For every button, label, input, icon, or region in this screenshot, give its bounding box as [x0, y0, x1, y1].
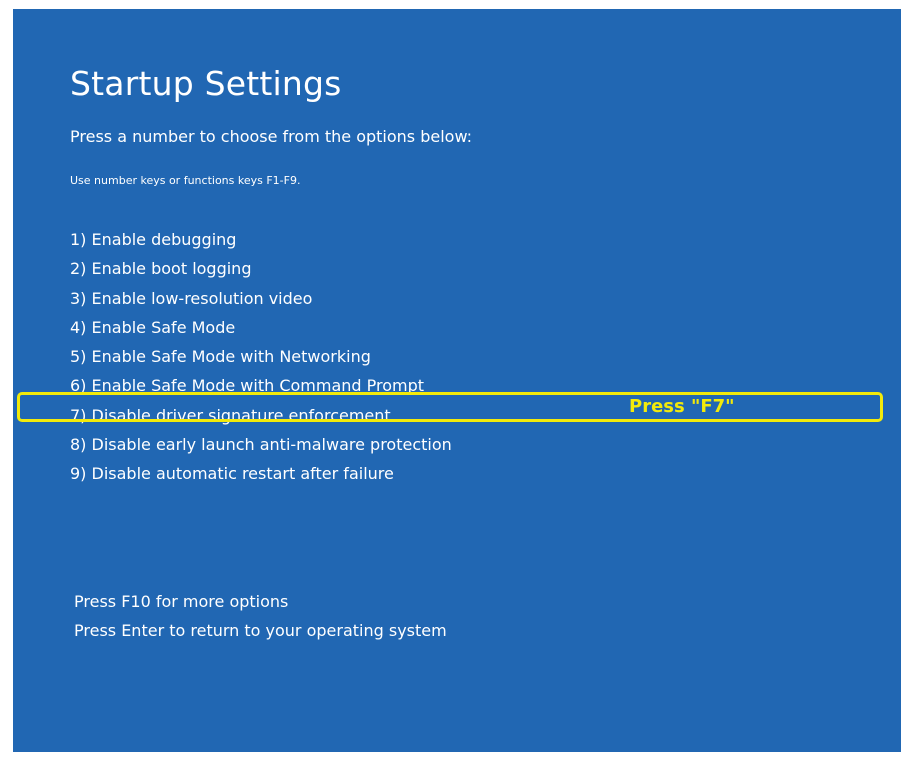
startup-settings-screen: Startup Settings Press a number to choos… [13, 9, 901, 752]
option-disable-early-launch-anti-malware[interactable]: 8) Disable early launch anti-malware pro… [70, 430, 452, 459]
highlight-box-annotation [17, 392, 883, 422]
more-options-link[interactable]: Press F10 for more options [74, 587, 447, 616]
key-hint-text: Use number keys or functions keys F1-F9. [70, 174, 301, 187]
return-to-os-link[interactable]: Press Enter to return to your operating … [74, 616, 447, 645]
page-title: Startup Settings [70, 64, 342, 103]
option-enable-boot-logging[interactable]: 2) Enable boot logging [70, 254, 452, 283]
option-enable-low-resolution-video[interactable]: 3) Enable low-resolution video [70, 284, 452, 313]
press-f7-annotation: Press "F7" [629, 396, 735, 417]
startup-options-list: 1) Enable debugging 2) Enable boot loggi… [70, 225, 452, 489]
option-disable-automatic-restart[interactable]: 9) Disable automatic restart after failu… [70, 459, 452, 488]
option-enable-safe-mode-networking[interactable]: 5) Enable Safe Mode with Networking [70, 342, 452, 371]
instructions-text: Press a number to choose from the option… [70, 127, 473, 146]
option-enable-debugging[interactable]: 1) Enable debugging [70, 225, 452, 254]
footer-options: Press F10 for more options Press Enter t… [74, 587, 447, 645]
option-enable-safe-mode[interactable]: 4) Enable Safe Mode [70, 313, 452, 342]
